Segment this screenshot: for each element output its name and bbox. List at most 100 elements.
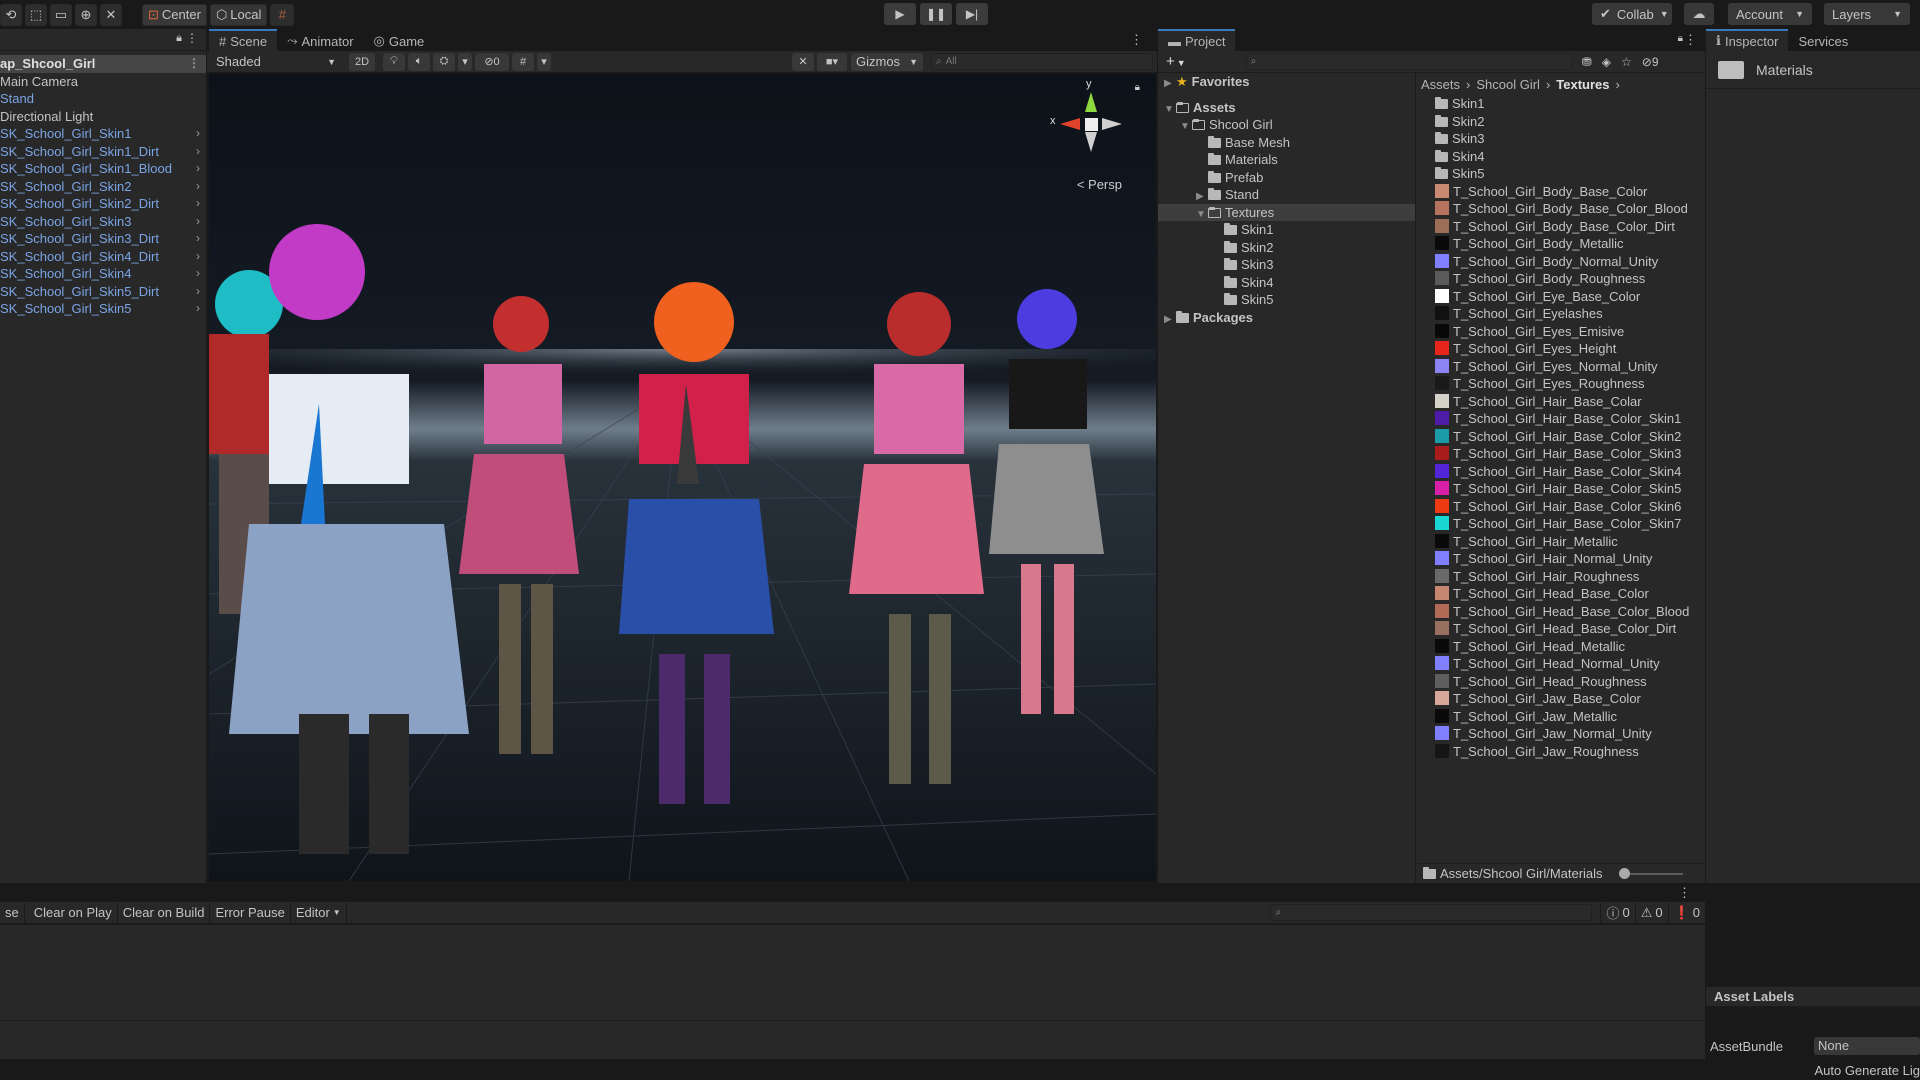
gizmo-z-axis[interactable] xyxy=(1102,118,1122,130)
file-list-item[interactable]: T_School_Girl_Body_Base_Color_Blood xyxy=(1417,200,1705,218)
audio-toggle-icon[interactable]: 🔈︎ xyxy=(408,52,430,71)
hierarchy-item[interactable]: SK_School_Girl_Skin4 › xyxy=(0,265,206,283)
file-list-item[interactable]: T_School_Girl_Hair_Base_Color_Skin2 xyxy=(1417,428,1705,446)
project-tree-item[interactable]: ▼ Textures xyxy=(1158,203,1415,221)
tab-animator[interactable]: ⤳ Animator xyxy=(277,29,364,51)
hierarchy-item[interactable]: SK_School_Girl_Skin4_Dirt › xyxy=(0,248,206,266)
clear-on-build-toggle[interactable]: Clear on Build xyxy=(118,902,211,923)
tab-services[interactable]: Services xyxy=(1788,29,1859,51)
editor-dropdown[interactable]: Editor ▼ xyxy=(291,902,347,923)
gizmo-center[interactable] xyxy=(1085,118,1098,131)
play-button[interactable]: ▶ xyxy=(884,3,916,25)
shading-mode-dropdown[interactable]: Shaded ▼ xyxy=(211,52,341,71)
project-tree-item[interactable]: ▶ Packages xyxy=(1158,309,1415,327)
grid-dropdown-icon[interactable]: ▾ xyxy=(537,52,551,71)
file-list-item[interactable]: T_School_Girl_Hair_Base_Color_Skin4 xyxy=(1417,463,1705,481)
file-list-item[interactable]: T_School_Girl_Body_Metallic xyxy=(1417,235,1705,253)
console-search-input[interactable]: ⌕ xyxy=(1270,904,1593,921)
gizmo-neg-y-axis[interactable] xyxy=(1085,132,1097,152)
breadcrumb-item[interactable]: Textures xyxy=(1556,77,1609,92)
tab-project[interactable]: ▬ Project xyxy=(1158,29,1236,51)
file-list-item[interactable]: T_School_Girl_Hair_Base_Color_Skin3 xyxy=(1417,445,1705,463)
rect-tool-icon[interactable]: ▭ xyxy=(50,3,72,26)
more-menu-icon[interactable]: ⋮ xyxy=(1684,32,1697,48)
project-tree-item[interactable]: Skin1 xyxy=(1158,221,1415,239)
chevron-right-icon[interactable]: › xyxy=(196,143,200,161)
chevron-right-icon[interactable]: › xyxy=(196,300,200,318)
file-list-item[interactable]: T_School_Girl_Hair_Base_Color_Skin6 xyxy=(1417,498,1705,516)
asset-labels-bar[interactable]: Asset Labels xyxy=(1706,986,1920,1007)
lighting-toggle-icon[interactable]: 💡︎ xyxy=(383,52,405,71)
file-list-item[interactable]: T_School_Girl_Hair_Base_Colar xyxy=(1417,393,1705,411)
breadcrumb-item[interactable]: Shcool Girl xyxy=(1476,77,1540,92)
orientation-gizmo[interactable]: y x 🔒︎ xyxy=(1050,78,1140,170)
hierarchy-item[interactable]: Directional Light xyxy=(0,108,206,126)
file-list-item[interactable]: T_School_Girl_Head_Normal_Unity xyxy=(1417,655,1705,673)
project-search-input[interactable]: ⌕ xyxy=(1245,53,1572,70)
project-tree-item[interactable]: Base Mesh xyxy=(1158,134,1415,152)
effects-toggle-icon[interactable]: ⛭ xyxy=(433,52,455,71)
gizmo-x-axis[interactable] xyxy=(1060,118,1080,130)
more-menu-icon[interactable]: ⋮ xyxy=(188,55,200,73)
cloud-button[interactable]: ☁ xyxy=(1684,3,1714,25)
file-list-item[interactable]: T_School_Girl_Jaw_Metallic xyxy=(1417,708,1705,726)
lock-icon[interactable]: 🔒︎ xyxy=(1678,33,1683,44)
rotate-tool-icon[interactable]: ⊕ xyxy=(75,3,97,26)
filter-label-icon[interactable]: ◈ xyxy=(1602,55,1611,69)
scene-search-input[interactable]: ⌕ All xyxy=(931,53,1153,70)
hidden-objects-toggle[interactable]: ⊘ 0 xyxy=(475,52,509,71)
pause-button[interactable]: ❚❚ xyxy=(920,3,952,25)
move-tool-icon[interactable]: ⬚ xyxy=(25,3,47,26)
file-list-item[interactable]: T_School_Girl_Eyes_Height xyxy=(1417,340,1705,358)
step-button[interactable]: ▶| xyxy=(956,3,988,25)
file-list-item[interactable]: T_School_Girl_Hair_Normal_Unity xyxy=(1417,550,1705,568)
hierarchy-item[interactable]: SK_School_Girl_Skin1 › xyxy=(0,125,206,143)
log-filter-toggle[interactable]: ⓘ 0 xyxy=(1600,902,1636,923)
grid-snap-icon[interactable]: # xyxy=(270,3,295,26)
chevron-right-icon[interactable]: › xyxy=(196,160,200,178)
error-filter-toggle[interactable]: ❗ 0 xyxy=(1669,903,1705,923)
collapse-button[interactable]: se xyxy=(0,902,25,923)
file-list-item[interactable]: T_School_Girl_Eyes_Roughness xyxy=(1417,375,1705,393)
layers-dropdown[interactable]: Layers ▼ xyxy=(1824,3,1910,25)
file-list-item[interactable]: T_School_Girl_Eyes_Emisive xyxy=(1417,323,1705,341)
file-list-item[interactable]: T_School_Girl_Hair_Metallic xyxy=(1417,533,1705,551)
hidden-packages-toggle[interactable]: ⊘9 xyxy=(1642,55,1659,69)
file-list-item[interactable]: T_School_Girl_Jaw_Base_Color xyxy=(1417,690,1705,708)
hierarchy-item[interactable]: SK_School_Girl_Skin3_Dirt › xyxy=(0,230,206,248)
hierarchy-item[interactable]: SK_School_Girl_Skin2_Dirt › xyxy=(0,195,206,213)
file-list-item[interactable]: T_School_Girl_Jaw_Roughness xyxy=(1417,743,1705,761)
more-menu-icon[interactable]: ⋮ xyxy=(1678,885,1691,901)
more-menu-icon[interactable]: ⋮ xyxy=(1130,32,1143,48)
file-list-item[interactable]: Skin2 xyxy=(1417,113,1705,131)
pivot-local-button[interactable]: ⬡ Local xyxy=(209,3,268,26)
gizmo-y-axis[interactable] xyxy=(1085,92,1097,112)
file-list-item[interactable]: T_School_Girl_Body_Roughness xyxy=(1417,270,1705,288)
file-list-item[interactable]: T_School_Girl_Hair_Roughness xyxy=(1417,568,1705,586)
project-tree-item[interactable]: Materials xyxy=(1158,151,1415,169)
custom-tool-icon[interactable]: ✕ xyxy=(100,3,122,26)
file-list-item[interactable]: T_School_Girl_Body_Base_Color xyxy=(1417,183,1705,201)
project-tree-item[interactable]: Prefab xyxy=(1158,169,1415,187)
file-list-item[interactable]: T_School_Girl_Hair_Base_Color_Skin5 xyxy=(1417,480,1705,498)
file-list-item[interactable]: T_School_Girl_Head_Roughness xyxy=(1417,673,1705,691)
file-list-item[interactable]: T_School_Girl_Head_Base_Color_Blood xyxy=(1417,603,1705,621)
breadcrumb-item[interactable]: Assets xyxy=(1421,77,1460,92)
file-list-item[interactable]: T_School_Girl_Eyelashes xyxy=(1417,305,1705,323)
tools-icon[interactable]: ✕ xyxy=(792,52,814,71)
icon-size-slider[interactable] xyxy=(1618,867,1683,879)
2d-toggle[interactable]: 2D xyxy=(349,52,375,71)
gizmo-lock-icon[interactable]: 🔒︎ xyxy=(1135,82,1140,93)
file-list-item[interactable]: Skin3 xyxy=(1417,130,1705,148)
file-list-item[interactable]: Skin1 xyxy=(1417,95,1705,113)
hierarchy-item[interactable]: Main Camera xyxy=(0,73,206,91)
account-dropdown[interactable]: Account ▼ xyxy=(1728,3,1812,25)
warning-filter-toggle[interactable]: ⚠ 0 xyxy=(1636,902,1669,923)
file-list-item[interactable]: T_School_Girl_Body_Normal_Unity xyxy=(1417,253,1705,271)
file-list-item[interactable]: T_School_Girl_Head_Base_Color_Dirt xyxy=(1417,620,1705,638)
lock-icon[interactable]: 🔒︎ xyxy=(176,32,182,45)
camera-icon[interactable]: ■▾ xyxy=(817,52,847,71)
chevron-right-icon[interactable]: › xyxy=(196,283,200,301)
file-list-item[interactable]: T_School_Girl_Hair_Base_Color_Skin1 xyxy=(1417,410,1705,428)
tab-inspector[interactable]: ℹ Inspector xyxy=(1706,29,1789,51)
